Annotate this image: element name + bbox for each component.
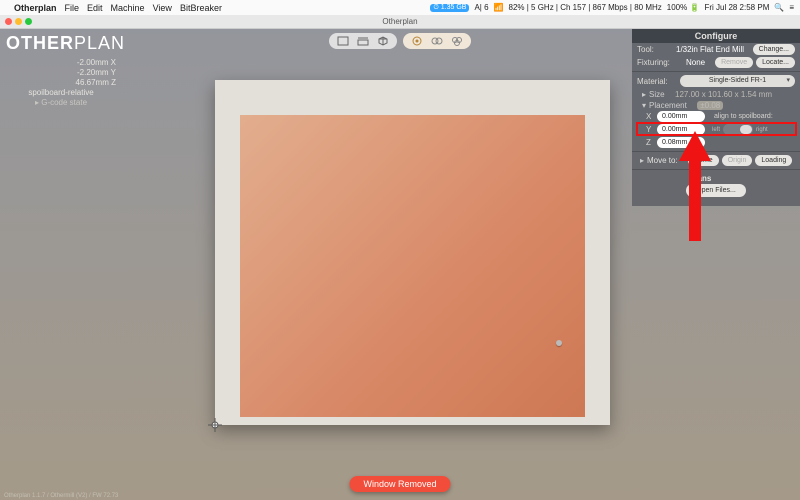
view-top-icon[interactable] (337, 35, 349, 47)
canvas[interactable] (215, 80, 610, 425)
status-adobe[interactable]: A| 6 (474, 3, 488, 12)
close-icon[interactable] (5, 18, 12, 25)
layer-a-icon[interactable] (411, 35, 423, 47)
coordinate-readout: -2.00mm X -2.20mm Y 46.67mm Z spoilboard… (6, 58, 116, 108)
pivot-marker (556, 340, 562, 346)
locate-fixture-button[interactable]: Locate... (756, 57, 795, 68)
layer-b-icon[interactable] (431, 35, 443, 47)
status-wifi: 82% | 5 GHz | Ch 157 | 867 Mbps | 80 MHz (509, 3, 662, 12)
move-label: Move to: (647, 156, 685, 165)
placement-z-input[interactable]: 0.08mm (657, 137, 705, 148)
layer-c-icon[interactable] (451, 35, 463, 47)
material-preview[interactable] (240, 115, 585, 417)
change-tool-button[interactable]: Change... (753, 44, 795, 55)
material-select[interactable]: Single-Sided FR-1 (680, 75, 795, 87)
placement-z-row: Z 0.08mm (632, 136, 800, 149)
move-origin-button[interactable]: Origin (722, 155, 753, 166)
open-files-button[interactable]: Open Files... (686, 184, 746, 197)
gcode-state-disclosure[interactable]: ▸ G-code state (6, 98, 116, 108)
axis-x-label: X (646, 112, 654, 121)
tool-value: 1/32in Flat End Mill (676, 45, 750, 54)
material-label: Material: (637, 77, 677, 86)
menu-edit[interactable]: Edit (87, 3, 103, 13)
coord-y: -2.20mm Y (77, 68, 116, 78)
placement-y-row: Y 0.00mm left right (632, 123, 800, 136)
view-toolbar (329, 33, 471, 49)
status-battery[interactable]: 100% 🔋 (667, 3, 700, 12)
align-toggle[interactable] (723, 124, 753, 135)
placement-y-input[interactable]: 0.00mm (657, 124, 705, 135)
tool-label: Tool: (637, 45, 673, 54)
status-datetime[interactable]: Fri Jul 28 2:58 PM (704, 3, 769, 12)
version-footer: Otherplan 1.1.7 / Othermill (V2) / FW 72… (4, 493, 118, 499)
configure-panel: Configure Tool: 1/32in Flat End Mill Cha… (632, 29, 800, 206)
origin-marker-icon (208, 418, 222, 432)
coord-x: -2.00mm X (77, 58, 116, 68)
toggle-right-label: right (756, 127, 768, 133)
move-home-button[interactable]: Home (688, 155, 719, 166)
placement-disclosure[interactable]: ▾ Placement ±0.08 (632, 99, 800, 110)
coord-z: 46.67mm Z (76, 78, 116, 88)
menu-extra-icon[interactable]: ≡ (789, 3, 794, 12)
window-removed-banner: Window Removed (349, 476, 450, 492)
axis-y-label: Y (646, 125, 654, 134)
macos-menubar: Otherplan File Edit Machine View BitBrea… (0, 0, 800, 15)
traffic-lights (5, 18, 32, 25)
spotlight-icon[interactable]: 🔍 (774, 3, 784, 12)
wifi-icon[interactable]: 📶 (494, 3, 504, 12)
panel-title: Configure (632, 29, 800, 43)
move-disclosure[interactable]: ▸ (640, 156, 644, 165)
view-front-icon[interactable] (357, 35, 369, 47)
view-iso-icon[interactable] (377, 35, 389, 47)
minimize-icon[interactable] (15, 18, 22, 25)
menu-machine[interactable]: Machine (111, 3, 145, 13)
window-title: Otherplan (382, 17, 417, 26)
move-loading-button[interactable]: Loading (755, 155, 792, 166)
remove-fixture-button[interactable]: Remove (715, 57, 753, 68)
menu-view[interactable]: View (153, 3, 172, 13)
placement-x-row: X 0.00mm align to spoilboard: (632, 110, 800, 123)
menu-bitbreaker[interactable]: BitBreaker (180, 3, 222, 13)
size-disclosure[interactable]: ▸ Size 127.00 x 101.60 x 1.54 mm (632, 88, 800, 99)
window-titlebar: Otherplan (0, 15, 800, 29)
status-memory[interactable]: ⏱ 1.35 GB (430, 4, 469, 12)
fixture-value: None (686, 58, 712, 67)
fixture-label: Fixturing: (637, 58, 683, 67)
plans-label: Plans (632, 172, 800, 183)
zoom-icon[interactable] (25, 18, 32, 25)
axis-z-label: Z (646, 138, 654, 147)
menu-file[interactable]: File (65, 3, 80, 13)
align-label: align to spoilboard: (714, 113, 773, 120)
toggle-left-label: left (712, 127, 720, 133)
coord-mode: spoilboard-relative (6, 88, 116, 98)
menubar-app[interactable]: Otherplan (14, 3, 57, 13)
app-logo: OTHERPLAN (6, 33, 125, 54)
view-group-a (329, 33, 397, 49)
view-group-b (403, 33, 471, 49)
placement-x-input[interactable]: 0.00mm (657, 111, 705, 122)
